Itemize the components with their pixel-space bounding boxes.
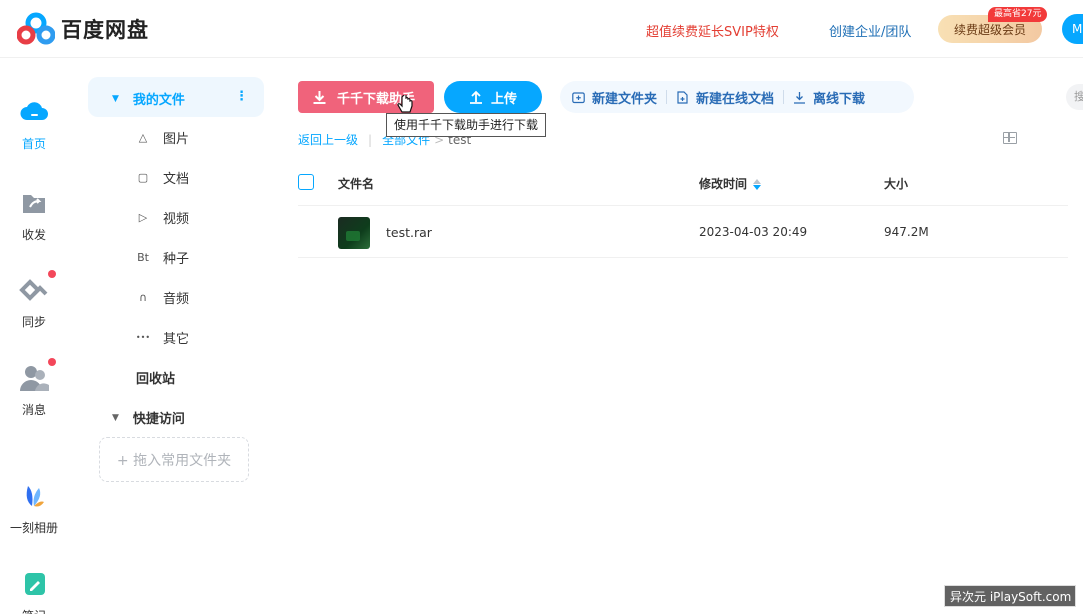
sort-icon[interactable]: [753, 179, 762, 190]
sidebar-label-images: 图片: [163, 132, 190, 147]
album-icon: [26, 486, 44, 507]
rail-item-transfer[interactable]: 收发: [0, 189, 68, 243]
share-folder-icon: [23, 195, 45, 213]
note-icon: [25, 573, 45, 595]
sidebar-item-other[interactable]: ••• 其它: [136, 328, 189, 347]
brand-logo[interactable]: 百度网盘: [17, 12, 149, 46]
new-online-doc-label: 新建在线文档: [696, 91, 775, 107]
toolbar-divider: [783, 90, 785, 104]
sidebar-label-torrents: 种子: [163, 252, 190, 267]
vip-discount-badge: 最高省27元: [988, 7, 1048, 22]
audio-icon: ∩: [138, 291, 148, 304]
rail-item-messages[interactable]: 消息: [0, 364, 68, 418]
sidebar-label-other: 其它: [163, 332, 190, 347]
image-icon: △: [138, 131, 148, 144]
sidebar-item-videos[interactable]: ▷ 视频: [136, 208, 189, 227]
svip-promo-link[interactable]: 超值续费延长SVIP特权: [646, 21, 779, 40]
rail-label-album: 一刻相册: [9, 521, 58, 535]
offline-download-label: 离线下载: [813, 91, 866, 107]
breadcrumb-divider: |: [368, 132, 373, 147]
caret-down-icon: ▼: [112, 412, 119, 423]
create-enterprise-link[interactable]: 创建企业/团队: [829, 21, 911, 40]
message-notification-dot: [48, 358, 56, 366]
toolbar-divider: [666, 90, 668, 104]
secondary-toolbar: 新建文件夹 新建在线文档 离线下载: [560, 81, 914, 113]
select-all-checkbox[interactable]: [298, 174, 314, 190]
document-icon: ▢: [137, 171, 149, 184]
column-header-modified-label: 修改时间: [699, 177, 748, 191]
sidebar-label-documents: 文档: [163, 172, 190, 187]
cloud-home-icon: [20, 102, 48, 120]
breadcrumb-back-link[interactable]: 返回上一级: [298, 131, 358, 148]
column-header-name[interactable]: 文件名: [338, 175, 374, 192]
upload-label: 上传: [490, 91, 517, 107]
user-action-button[interactable]: M: [1062, 14, 1083, 44]
rail-label-messages: 消息: [21, 403, 46, 417]
file-table-header: 文件名 修改时间 大小: [298, 158, 1068, 206]
rail-item-sync[interactable]: 同步: [0, 276, 68, 330]
brand-name: 百度网盘: [61, 18, 149, 42]
offline-download-button[interactable]: 离线下载: [793, 88, 865, 107]
video-icon: ▷: [138, 211, 148, 224]
download-icon: [313, 90, 326, 104]
sidebar-item-my-files[interactable]: ▼ 我的文件: [112, 89, 185, 108]
sidebar-item-recycle-bin[interactable]: 回收站: [136, 368, 175, 387]
sidebar-label-recycle-bin: 回收站: [136, 372, 176, 387]
file-thumbnail: [338, 217, 370, 249]
sidebar-item-quick-access[interactable]: ▼ 快捷访问: [112, 408, 185, 427]
people-icon: [20, 366, 49, 391]
sync-icon: [19, 279, 48, 301]
new-online-doc-button[interactable]: 新建在线文档: [676, 88, 774, 107]
rail-item-notes[interactable]: 笔记: [0, 570, 68, 614]
caret-down-icon: ▼: [112, 93, 119, 104]
offline-download-icon: [794, 91, 806, 104]
sidebar-label-videos: 视频: [163, 212, 190, 227]
left-rail: 首页 收发 同步 消息 一刻相册: [0, 58, 70, 614]
rail-item-home[interactable]: 首页: [0, 98, 68, 152]
new-folder-icon: [572, 91, 585, 103]
column-header-modified[interactable]: 修改时间: [699, 175, 762, 192]
table-row[interactable]: test.rar 2023-04-03 20:49 947.2M: [298, 207, 1068, 258]
rail-label-transfer: 收发: [21, 228, 46, 242]
torrent-icon: Bt: [137, 251, 149, 264]
file-name[interactable]: test.rar: [386, 225, 432, 240]
site-watermark: 异次元 iPlaySoft.com: [944, 585, 1076, 607]
upload-button[interactable]: 上传: [444, 81, 542, 113]
rail-item-album[interactable]: 一刻相册: [0, 482, 68, 536]
grid-view-icon[interactable]: [1003, 132, 1017, 144]
sidebar-label-audio: 音频: [163, 292, 190, 307]
new-folder-label: 新建文件夹: [592, 91, 658, 107]
top-header: 百度网盘 超值续费延长SVIP特权 创建企业/团队 续费超级会员 最高省27元 …: [0, 0, 1083, 58]
upload-icon: [469, 90, 482, 104]
sidebar-label-quick-access: 快捷访问: [132, 412, 185, 427]
file-modified-time: 2023-04-03 20:49: [699, 225, 808, 239]
more-icon: •••: [135, 333, 151, 342]
sidebar-item-images[interactable]: △ 图片: [136, 128, 189, 147]
sidebar-item-audio[interactable]: ∩ 音频: [136, 288, 189, 307]
new-folder-button[interactable]: 新建文件夹: [572, 88, 657, 107]
quick-access-drop-zone[interactable]: + 拖入常用文件夹: [99, 437, 249, 482]
sidebar-label-my-files: 我的文件: [132, 93, 185, 108]
more-options-icon[interactable]: ⋮: [235, 89, 248, 104]
sidebar-item-documents[interactable]: ▢ 文档: [136, 168, 189, 187]
sidebar-item-torrents[interactable]: Bt 种子: [136, 248, 189, 267]
rail-label-notes: 笔记: [0, 607, 68, 614]
baidu-netdisk-logo-icon: [17, 12, 55, 45]
new-document-icon: [677, 90, 688, 104]
search-button[interactable]: 搜: [1066, 84, 1083, 110]
rail-label-home: 首页: [21, 137, 46, 151]
file-size: 947.2M: [884, 225, 929, 239]
hand-cursor-icon: [397, 95, 413, 113]
sync-notification-dot: [48, 270, 56, 278]
file-sidebar: ▼ 我的文件 ⋮ △ 图片 ▢ 文档 ▷ 视频 Bt 种子 ∩ 音频 ••• 其…: [72, 58, 272, 614]
column-header-size[interactable]: 大小: [884, 175, 908, 192]
rail-label-sync: 同步: [21, 315, 46, 329]
